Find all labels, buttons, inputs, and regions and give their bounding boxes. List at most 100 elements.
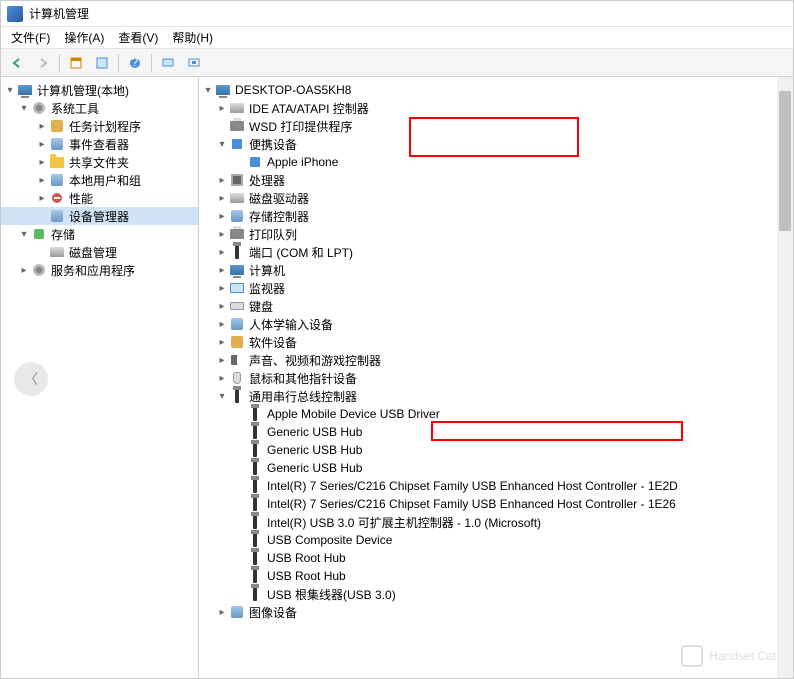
device-hid[interactable]: ▸人体学输入设备 — [199, 315, 793, 333]
usb-item[interactable]: ▸USB Root Hub — [199, 549, 793, 567]
scan-button[interactable] — [156, 52, 180, 74]
tree-performance[interactable]: ▸性能 — [1, 189, 198, 207]
chevron-right-icon[interactable]: ▸ — [35, 139, 49, 150]
device-cpu[interactable]: ▸处理器 — [199, 171, 793, 189]
chevron-down-icon[interactable]: ▾ — [3, 85, 17, 96]
printer-icon — [229, 226, 245, 242]
chevron-down-icon[interactable]: ▾ — [215, 391, 229, 402]
device-iphone[interactable]: ▸Apple iPhone — [199, 153, 793, 171]
cpu-icon — [229, 172, 245, 188]
performance-icon — [49, 190, 65, 206]
chevron-right-icon[interactable]: ▸ — [215, 211, 229, 222]
usb-icon — [247, 568, 263, 584]
chevron-right-icon[interactable]: ▸ — [215, 337, 229, 348]
usb-item[interactable]: ▸Generic USB Hub — [199, 441, 793, 459]
device-sound[interactable]: ▸声音、视频和游戏控制器 — [199, 351, 793, 369]
menu-view[interactable]: 查看(V) — [112, 27, 164, 48]
menu-action[interactable]: 操作(A) — [58, 27, 110, 48]
usb-item[interactable]: ▸Apple Mobile Device USB Driver — [199, 405, 793, 423]
chevron-down-icon[interactable]: ▾ — [17, 103, 31, 114]
back-circle-button[interactable]: 〈 — [14, 362, 48, 396]
tree-root[interactable]: ▾计算机管理(本地) — [1, 81, 198, 99]
device-software[interactable]: ▸软件设备 — [199, 333, 793, 351]
device-keyboard[interactable]: ▸键盘 — [199, 297, 793, 315]
chevron-right-icon[interactable]: ▸ — [215, 373, 229, 384]
chevron-right-icon[interactable]: ▸ — [215, 175, 229, 186]
usb-icon — [247, 424, 263, 440]
tree-event-viewer[interactable]: ▸事件查看器 — [1, 135, 198, 153]
chevron-right-icon[interactable]: ▸ — [215, 247, 229, 258]
device-print-queue[interactable]: ▸打印队列 — [199, 225, 793, 243]
tree-shared-folders[interactable]: ▸共享文件夹 — [1, 153, 198, 171]
show-hide-button[interactable] — [64, 52, 88, 74]
chevron-down-icon[interactable]: ▾ — [201, 85, 215, 96]
refresh-button[interactable] — [182, 52, 206, 74]
chevron-right-icon[interactable]: ▸ — [215, 193, 229, 204]
chevron-down-icon[interactable]: ▾ — [215, 139, 229, 150]
chevron-right-icon[interactable]: ▸ — [215, 355, 229, 366]
device-ide[interactable]: ▸IDE ATA/ATAPI 控制器 — [199, 99, 793, 117]
scrollbar-thumb[interactable] — [779, 91, 791, 231]
device-disk-drives[interactable]: ▸磁盘驱动器 — [199, 189, 793, 207]
printer-icon — [229, 118, 245, 134]
content: ▾计算机管理(本地) ▾系统工具 ▸任务计划程序 ▸事件查看器 ▸共享文件夹 ▸… — [1, 77, 793, 678]
chevron-right-icon[interactable]: ▸ — [215, 301, 229, 312]
help-button[interactable]: ? — [123, 52, 147, 74]
chevron-right-icon[interactable]: ▸ — [17, 265, 31, 276]
usb-item[interactable]: ▸Generic USB Hub — [199, 423, 793, 441]
usb-item[interactable]: ▸Intel(R) 7 Series/C216 Chipset Family U… — [199, 495, 793, 513]
usb-item[interactable]: ▸Intel(R) USB 3.0 可扩展主机控制器 - 1.0 (Micros… — [199, 513, 793, 531]
device-wsd[interactable]: ▸WSD 打印提供程序 — [199, 117, 793, 135]
chevron-right-icon[interactable]: ▸ — [215, 229, 229, 240]
menu-help[interactable]: 帮助(H) — [166, 27, 219, 48]
titlebar: 计算机管理 — [1, 1, 793, 27]
usb-item[interactable]: ▸Intel(R) 7 Series/C216 Chipset Family U… — [199, 477, 793, 495]
ide-icon — [229, 100, 245, 116]
usb-item-label: Generic USB Hub — [267, 443, 362, 457]
chevron-right-icon[interactable]: ▸ — [215, 319, 229, 330]
device-usb-ctrl[interactable]: ▾通用串行总线控制器 — [199, 387, 793, 405]
usb-item[interactable]: ▸USB Root Hub — [199, 567, 793, 585]
software-icon — [229, 334, 245, 350]
device-root[interactable]: ▾DESKTOP-OAS5KH8 — [199, 81, 793, 99]
device-monitor[interactable]: ▸监视器 — [199, 279, 793, 297]
chevron-right-icon[interactable]: ▸ — [215, 265, 229, 276]
portable-icon — [229, 136, 245, 152]
properties-button[interactable] — [90, 52, 114, 74]
chevron-right-icon[interactable]: ▸ — [215, 283, 229, 294]
tree-services[interactable]: ▸服务和应用程序 — [1, 261, 198, 279]
tree-local-users[interactable]: ▸本地用户和组 — [1, 171, 198, 189]
users-icon — [49, 172, 65, 188]
usb-item[interactable]: ▸Generic USB Hub — [199, 459, 793, 477]
tree-device-manager[interactable]: ▸设备管理器 — [1, 207, 198, 225]
device-image[interactable]: ▸图像设备 — [199, 603, 793, 621]
device-computer[interactable]: ▸计算机 — [199, 261, 793, 279]
nav-fwd-button[interactable] — [31, 52, 55, 74]
tree-system-tools[interactable]: ▾系统工具 — [1, 99, 198, 117]
chevron-right-icon[interactable]: ▸ — [215, 103, 229, 114]
chevron-right-icon[interactable]: ▸ — [35, 175, 49, 186]
menu-file[interactable]: 文件(F) — [5, 27, 56, 48]
chevron-right-icon[interactable]: ▸ — [35, 193, 49, 204]
scrollbar[interactable] — [777, 77, 793, 678]
usb-item-label: Intel(R) USB 3.0 可扩展主机控制器 - 1.0 (Microso… — [267, 514, 541, 531]
chevron-right-icon[interactable]: ▸ — [215, 607, 229, 618]
window-title: 计算机管理 — [29, 5, 89, 22]
chevron-right-icon[interactable]: ▸ — [35, 157, 49, 168]
device-portable[interactable]: ▾便携设备 — [199, 135, 793, 153]
tree-task-scheduler[interactable]: ▸任务计划程序 — [1, 117, 198, 135]
folder-icon — [49, 154, 65, 170]
chevron-right-icon[interactable]: ▸ — [35, 121, 49, 132]
usb-item[interactable]: ▸USB Composite Device — [199, 531, 793, 549]
device-mouse[interactable]: ▸鼠标和其他指针设备 — [199, 369, 793, 387]
nav-back-button[interactable] — [5, 52, 29, 74]
usb-icon — [247, 460, 263, 476]
device-ports[interactable]: ▸端口 (COM 和 LPT) — [199, 243, 793, 261]
device-storage-ctrl[interactable]: ▸存储控制器 — [199, 207, 793, 225]
tree-disk-mgmt[interactable]: ▸磁盘管理 — [1, 243, 198, 261]
chevron-down-icon[interactable]: ▾ — [17, 229, 31, 240]
clock-icon — [49, 118, 65, 134]
usb-item[interactable]: ▸USB 根集线器(USB 3.0) — [199, 585, 793, 603]
cat-icon — [681, 645, 703, 667]
tree-storage[interactable]: ▾存储 — [1, 225, 198, 243]
